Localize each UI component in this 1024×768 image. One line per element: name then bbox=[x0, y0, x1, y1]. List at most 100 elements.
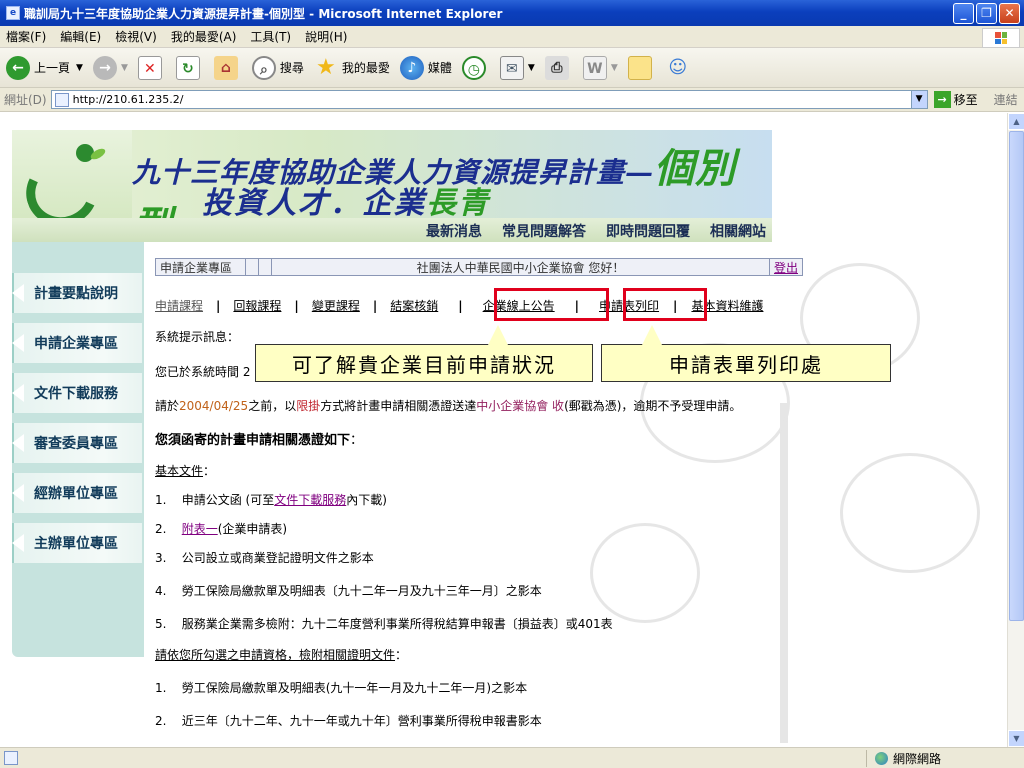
appendix-one-link[interactable]: 附表一 bbox=[182, 522, 218, 536]
favorites-button[interactable]: ★ 我的最愛 bbox=[314, 54, 390, 80]
item2-post: (企業申請表) bbox=[217, 522, 288, 536]
globe-icon bbox=[875, 752, 888, 765]
security-zone: 網際網路 bbox=[866, 750, 941, 767]
user-info-bar: 申請企業專區 社團法人中華民國中小企業協會 您好！ 登出 bbox=[155, 258, 803, 276]
menu-help[interactable]: 說明(H) bbox=[305, 28, 347, 45]
links-button[interactable]: 連結 bbox=[994, 91, 1018, 108]
back-dropdown-icon[interactable]: ▼ bbox=[76, 63, 83, 73]
deadline-pre: 請於 bbox=[155, 399, 180, 413]
sidebar-item-handlers[interactable]: 經辦單位專區 bbox=[12, 473, 142, 513]
scroll-thumb[interactable] bbox=[1009, 131, 1024, 621]
go-button[interactable]: → 移至 bbox=[933, 91, 978, 108]
scroll-up-icon[interactable]: ▲ bbox=[1008, 113, 1024, 130]
status-bar: 網際網路 bbox=[0, 747, 1024, 768]
sidebar-item-reviewers[interactable]: 審查委員專區 bbox=[12, 423, 142, 463]
address-input[interactable]: http://210.61.235.2/ ▼ bbox=[50, 90, 928, 109]
nav-related-sites[interactable]: 相關網站 bbox=[710, 221, 766, 241]
nav-faq[interactable]: 常見問題解答 bbox=[502, 221, 586, 241]
mail-icon: ✉ bbox=[499, 55, 524, 80]
address-dropdown-icon[interactable]: ▼ bbox=[910, 91, 927, 108]
item1-post: 內下載) bbox=[346, 493, 387, 507]
doc-item-1: 1. 申請公文函 (可至文件下載服務內下載) bbox=[155, 491, 387, 508]
forward-arrow-icon: → bbox=[92, 55, 117, 80]
tab-apply-course[interactable]: 申請課程 bbox=[155, 297, 203, 314]
back-arrow-icon: ← bbox=[6, 55, 30, 80]
vertical-scrollbar[interactable]: ▲ ▼ bbox=[1007, 113, 1024, 747]
address-bar: 網址(D) http://210.61.235.2/ ▼ → 移至 連結 bbox=[0, 88, 1024, 112]
page-status-icon bbox=[4, 751, 18, 765]
stop-button[interactable]: ✕ bbox=[137, 55, 166, 80]
qualification-label: 請依您所勾選之申請資格，檢附相關證明文件 bbox=[155, 648, 396, 662]
callout-print-location: 申請表單列印處 bbox=[601, 325, 891, 382]
qual-item-1: 1. 勞工保險局繳款單及明細表(九十一年一月及九十二年一月)之影本 bbox=[155, 681, 528, 695]
menu-edit[interactable]: 編輯(E) bbox=[60, 28, 101, 45]
forward-button[interactable]: → ▼ bbox=[92, 55, 128, 80]
ie-page-icon: e bbox=[6, 6, 20, 20]
close-button[interactable]: ✕ bbox=[999, 3, 1020, 24]
qual-item-2: 2. 近三年〔九十二年、九十一年或九十年〕營利事業所得稅申報書影本 bbox=[155, 714, 542, 728]
discuss-button[interactable] bbox=[627, 55, 656, 80]
media-icon: ♪ bbox=[399, 55, 424, 80]
separator: | bbox=[294, 298, 299, 313]
address-label: 網址(D) bbox=[4, 93, 47, 107]
banner-slogan-em: 長青 bbox=[426, 186, 490, 218]
sidebar-item-plan[interactable]: 計畫要點說明 bbox=[12, 273, 142, 313]
sidebar-item-applicant[interactable]: 申請企業專區 bbox=[12, 323, 142, 363]
back-button[interactable]: ← 上一頁 ▼ bbox=[6, 55, 83, 80]
menu-view[interactable]: 檢視(V) bbox=[115, 28, 157, 45]
logout-link[interactable]: 登出 bbox=[770, 259, 802, 276]
window-title-bar: e 職訓局九十三年度協助企業人力資源提昇計畫-個別型 - Microsoft I… bbox=[0, 0, 1024, 26]
banner-slogan-main: 投資人才．企業 bbox=[202, 186, 426, 218]
deadline-org: 中小企業協會 收 bbox=[476, 399, 565, 413]
tab-report-course[interactable]: 回報課程 bbox=[233, 297, 281, 314]
minimize-button[interactable]: _ bbox=[953, 3, 974, 24]
sidebar-item-downloads[interactable]: 文件下載服務 bbox=[12, 373, 142, 413]
menu-file[interactable]: 檔案(F) bbox=[6, 28, 46, 45]
home-button[interactable]: ⌂ bbox=[213, 55, 242, 80]
deadline-mid2: 方式將計畫申請相關憑證送達 bbox=[320, 399, 477, 413]
submission-status-text: 您已於系統時間 2 bbox=[155, 365, 251, 379]
edit-icon: W bbox=[582, 55, 607, 80]
menu-tools[interactable]: 工具(T) bbox=[250, 28, 291, 45]
scroll-down-icon[interactable]: ▼ bbox=[1008, 730, 1024, 747]
mail-dropdown-icon[interactable]: ▼ bbox=[528, 63, 535, 73]
menu-favorites[interactable]: 我的最愛(A) bbox=[171, 28, 237, 45]
media-button[interactable]: ♪ 媒體 bbox=[399, 55, 452, 80]
banner-slogan: 投資人才．企業長青 bbox=[202, 178, 490, 218]
deadline-post: (郵戳為憑)，逾期不予受理申請。 bbox=[564, 399, 742, 413]
search-button[interactable]: ⌕ 搜尋 bbox=[251, 55, 304, 80]
tab-change-course[interactable]: 變更課程 bbox=[312, 297, 360, 314]
deadline-mid: 之前，以 bbox=[248, 399, 297, 413]
top-nav-bar: 最新消息 常見問題解答 即時問題回覆 相關網站 bbox=[12, 218, 772, 242]
sidebar-item-organizer[interactable]: 主辦單位專區 bbox=[12, 523, 142, 563]
download-service-link[interactable]: 文件下載服務 bbox=[274, 493, 346, 507]
system-message-label: 系統提示訊息： bbox=[155, 330, 240, 344]
messenger-button[interactable]: ☺ bbox=[666, 56, 694, 80]
go-label: 移至 bbox=[953, 93, 978, 107]
nav-news[interactable]: 最新消息 bbox=[426, 221, 482, 241]
forward-dropdown-icon[interactable]: ▼ bbox=[121, 63, 128, 73]
qualification-heading: 請依您所勾選之申請資格，檢附相關證明文件： bbox=[155, 646, 407, 663]
refresh-button[interactable]: ↻ bbox=[175, 55, 204, 80]
separator: | bbox=[372, 298, 378, 313]
history-icon: ◷ bbox=[461, 55, 486, 80]
history-button[interactable]: ◷ bbox=[461, 55, 490, 80]
edit-button[interactable]: W ▼ bbox=[582, 55, 618, 80]
basic-docs-colon: ： bbox=[203, 464, 216, 478]
qualification-colon: ： bbox=[395, 648, 408, 662]
mail-button[interactable]: ✉ ▼ bbox=[499, 55, 535, 80]
nav-instant-reply[interactable]: 即時問題回覆 bbox=[606, 221, 690, 241]
welcome-text: 社團法人中華民國中小企業協會 您好！ bbox=[272, 259, 770, 275]
highlight-online-notice bbox=[494, 288, 609, 321]
callout-application-status: 可了解貴企業目前申請狀況 bbox=[255, 325, 593, 382]
edit-dropdown-icon[interactable]: ▼ bbox=[611, 63, 618, 73]
print-button[interactable]: ⎙ bbox=[544, 55, 573, 80]
separator: | bbox=[458, 298, 463, 313]
doc-item-5: 5. 服務業企業需多檢附：九十二年度營利事業所得稅結算申報書〔損益表〕或401表 bbox=[155, 617, 613, 631]
item2-pre: 2. bbox=[155, 522, 182, 536]
star-icon: ★ bbox=[316, 54, 336, 80]
note-icon bbox=[627, 55, 652, 80]
restore-button[interactable]: ❐ bbox=[976, 3, 997, 24]
address-url[interactable]: http://210.61.235.2/ bbox=[73, 93, 184, 106]
tab-closeout[interactable]: 結案核銷 bbox=[390, 297, 438, 314]
